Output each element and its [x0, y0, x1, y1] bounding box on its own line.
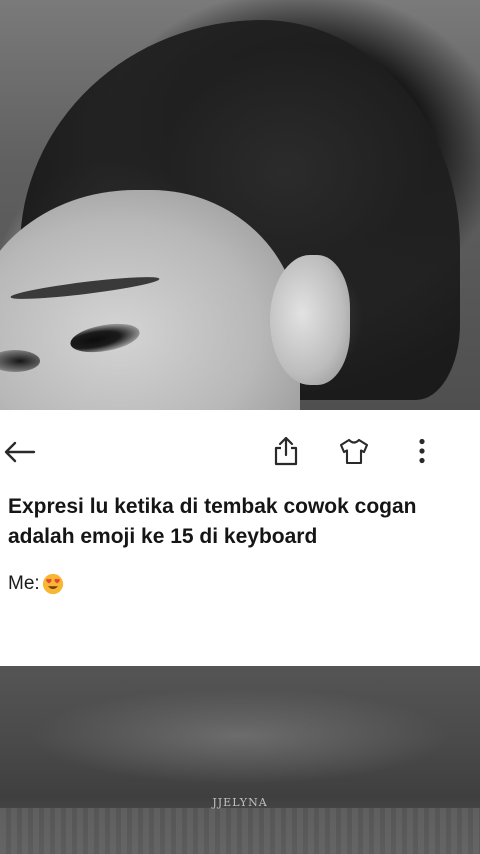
- back-button[interactable]: [2, 434, 38, 470]
- background-ear: [270, 255, 350, 385]
- post-title: Expresi lu ketika di tembak cowok cogan …: [8, 495, 417, 548]
- smiling-face-with-heart-eyes-icon: [42, 573, 63, 595]
- post-body-text: Me:: [8, 573, 40, 594]
- screen: Expresi lu ketika di tembak cowok cogan …: [0, 0, 480, 854]
- post-body: Me:: [8, 570, 64, 598]
- more-options-button[interactable]: [404, 433, 440, 469]
- background-texture: [0, 808, 480, 854]
- post-toolbar: [0, 410, 480, 494]
- share-button[interactable]: [268, 433, 304, 469]
- post-card: Expresi lu ketika di tembak cowok cogan …: [0, 410, 480, 668]
- more-vertical-icon: [419, 438, 425, 464]
- tshirt-button[interactable]: [336, 433, 372, 469]
- watermark-text: JJELYNA: [212, 796, 268, 809]
- share-icon: [274, 436, 298, 466]
- arrow-left-icon: [4, 441, 36, 463]
- tshirt-icon: [339, 438, 369, 465]
- top-faded-text: [40, 0, 320, 5]
